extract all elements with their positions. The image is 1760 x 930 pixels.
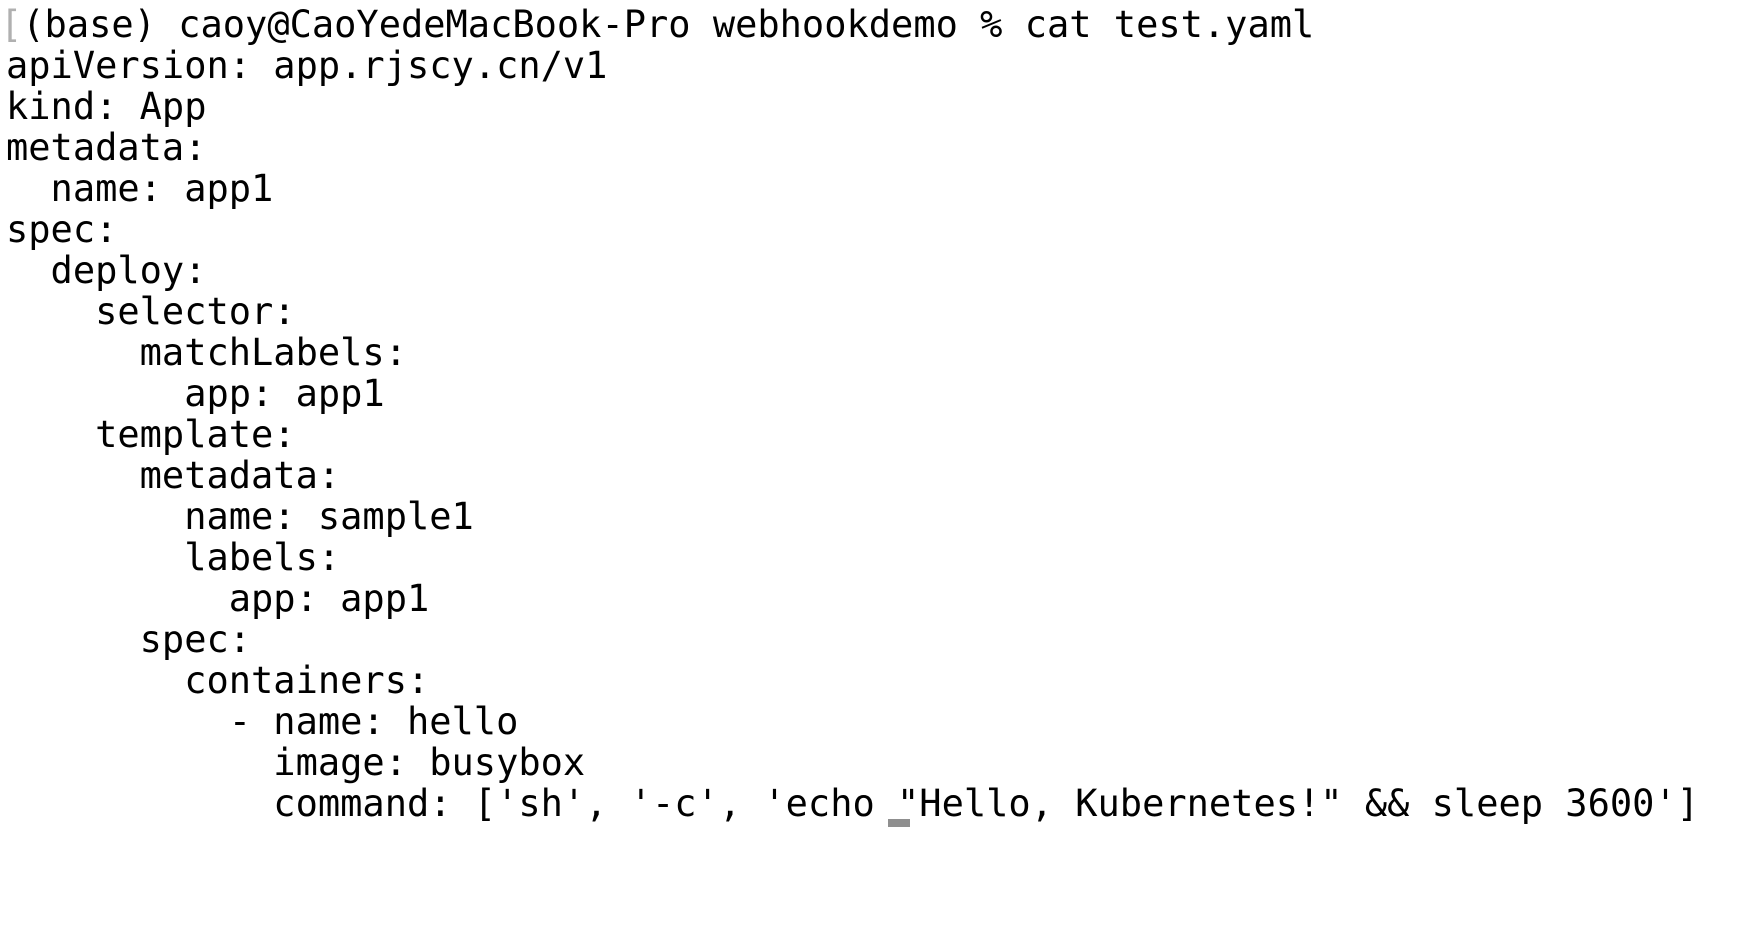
output-line: matchLabels: — [6, 331, 407, 374]
output-line: image: busybox — [6, 741, 586, 784]
text-cursor — [888, 819, 910, 827]
prompt-marker: [ — [0, 3, 23, 46]
output-line: containers: — [6, 659, 430, 702]
output-line: name: app1 — [6, 167, 274, 210]
output-line: template: — [6, 413, 296, 456]
output-line: spec: — [6, 618, 252, 661]
output-line: app: app1 — [6, 577, 430, 620]
output-line: metadata: — [6, 126, 207, 169]
output-line: selector: — [6, 290, 296, 333]
output-line: metadata: — [6, 454, 341, 497]
output-line: app: app1 — [6, 372, 385, 415]
command-prompt-line: [(base) caoy@CaoYedeMacBook-Pro webhookd… — [0, 2, 1314, 48]
terminal-window[interactable]: [(base) caoy@CaoYedeMacBook-Pro webhookd… — [0, 0, 1760, 930]
shell-prompt: (base) caoy@CaoYedeMacBook-Pro webhookde… — [22, 3, 1025, 46]
output-line: labels: — [6, 536, 341, 579]
output-line: apiVersion: app.rjscy.cn/v1 — [6, 44, 608, 87]
output-line: kind: App — [6, 85, 207, 128]
output-line: spec: — [6, 208, 118, 251]
output-line: - name: hello — [6, 700, 519, 743]
output-line: command: ['sh', '-c', 'echo "Hello, Kube… — [6, 782, 1699, 825]
output-line: deploy: — [6, 249, 207, 292]
output-line: name: sample1 — [6, 495, 474, 538]
shell-command: cat test.yaml — [1024, 3, 1315, 46]
